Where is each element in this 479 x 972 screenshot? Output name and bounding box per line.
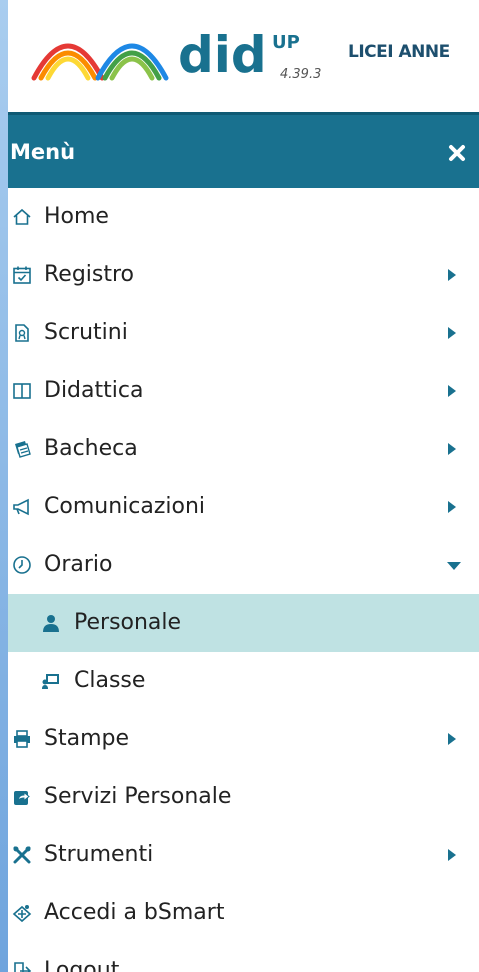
menu-item-didattica[interactable]: Didattica	[8, 362, 479, 420]
menu-item-label: Didattica	[44, 378, 144, 403]
menu-item-label: Accedi a bSmart	[44, 900, 225, 925]
menu-item-bacheca[interactable]: Bacheca	[8, 420, 479, 478]
menu-list: Home Registro Scrutini Didattica Bacheca…	[8, 188, 479, 972]
clock-icon	[13, 556, 31, 574]
close-icon[interactable]	[447, 143, 467, 163]
logout-icon	[14, 962, 32, 972]
home-icon	[13, 208, 31, 225]
side-menu-panel: did UP 4.39.3 LICEI ANNE Menù Home Regis…	[8, 0, 479, 972]
menu-item-label: Servizi Personale	[44, 784, 232, 809]
menu-item-servizi-personale[interactable]: Servizi Personale	[8, 768, 479, 826]
app-header: did UP 4.39.3 LICEI ANNE	[8, 0, 479, 109]
menu-item-logout[interactable]: Logout	[8, 942, 479, 972]
menu-item-label: Personale	[74, 610, 182, 635]
classroom-icon	[42, 674, 59, 689]
chevron-right-icon	[448, 501, 456, 513]
menu-item-strumenti[interactable]: Strumenti	[8, 826, 479, 884]
didup-logo-icon	[31, 43, 169, 81]
menu-item-label: Comunicazioni	[44, 494, 206, 519]
calendar-check-icon	[13, 266, 31, 284]
brand-superscript: UP	[272, 32, 300, 53]
menu-subitem-personale[interactable]: Personale	[8, 594, 479, 652]
menu-item-label: Stampe	[44, 726, 130, 751]
menu-item-label: Bacheca	[44, 436, 138, 461]
chevron-right-icon	[448, 327, 456, 339]
menu-item-registro[interactable]: Registro	[8, 246, 479, 304]
printer-icon	[14, 730, 30, 748]
menu-item-accedi-bsmart[interactable]: Accedi a bSmart	[8, 884, 479, 942]
menu-item-comunicazioni[interactable]: Comunicazioni	[8, 478, 479, 536]
menu-item-label: Home	[44, 204, 109, 229]
menu-item-label: Classe	[74, 668, 146, 693]
school-name: LICEI ANNE	[348, 42, 450, 62]
menu-item-home[interactable]: Home	[8, 188, 479, 246]
app-version: 4.39.3	[280, 67, 322, 82]
megaphone-icon	[13, 498, 29, 516]
menu-item-label: Scrutini	[44, 320, 128, 345]
share-icon	[14, 791, 30, 805]
menu-item-label: Strumenti	[44, 842, 154, 867]
book-open-icon	[13, 383, 31, 399]
chevron-down-icon	[447, 562, 461, 570]
chevron-right-icon	[448, 269, 456, 281]
menu-subitem-classe[interactable]: Classe	[8, 652, 479, 710]
chevron-right-icon	[448, 733, 456, 745]
page-background	[0, 0, 8, 972]
brand-name: did	[178, 26, 267, 84]
report-card-icon	[15, 324, 29, 342]
chevron-right-icon	[448, 385, 456, 397]
tools-icon	[13, 846, 31, 864]
menu-item-scrutini[interactable]: Scrutini	[8, 304, 479, 362]
bsmart-icon	[12, 905, 32, 923]
noticeboard-icon	[15, 441, 31, 458]
menu-item-label: Logout	[44, 958, 120, 972]
menu-item-stampe[interactable]: Stampe	[8, 710, 479, 768]
chevron-right-icon	[448, 849, 456, 861]
menu-title: Menù	[10, 140, 76, 164]
menu-header: Menù	[8, 112, 479, 188]
menu-item-label: Registro	[44, 262, 135, 287]
user-icon	[43, 615, 59, 632]
menu-item-label: Orario	[44, 552, 113, 577]
menu-item-orario[interactable]: Orario	[8, 536, 479, 594]
chevron-right-icon	[448, 443, 456, 455]
